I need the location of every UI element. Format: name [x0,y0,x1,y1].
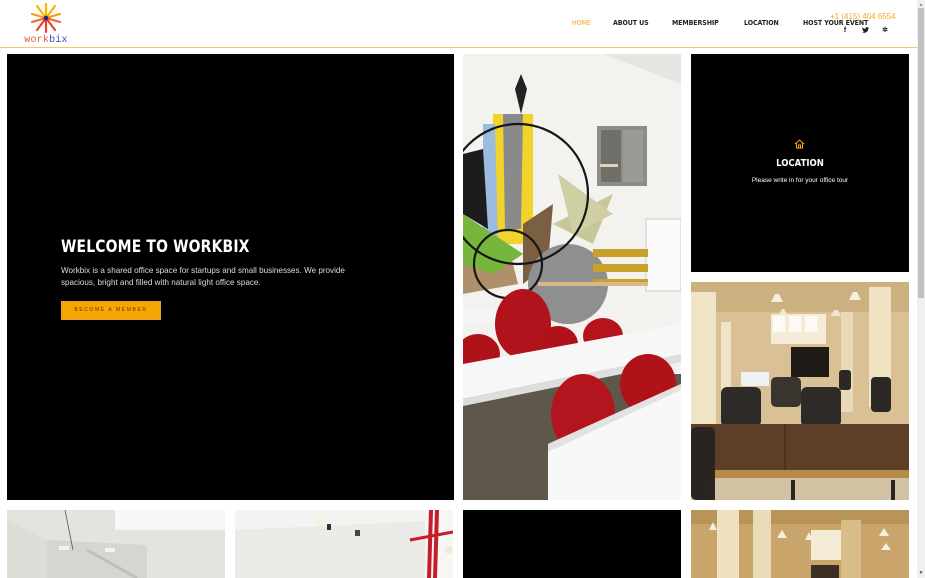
phone-number[interactable]: +1 (415) 404 6554 [830,12,910,21]
nav-item-location[interactable]: LOCATION [744,19,779,27]
open-office-image[interactable] [691,282,909,500]
home-icon [794,139,805,149]
nav-item-membership[interactable]: MEMBERSHIP [672,19,719,27]
office-columns-image[interactable] [691,510,909,578]
black-tile [463,510,681,578]
white-wall-red-pipe-illustration [235,510,453,578]
logo[interactable]: workbix [22,2,70,46]
mural-room-illustration [463,54,681,500]
open-office-illustration [691,282,909,500]
scroll-down-arrow-icon[interactable]: ▼ [918,570,924,576]
social-links: f ✲ [830,27,910,36]
logo-text: workbix [22,35,70,46]
logo-text-bix: bix [49,35,68,46]
white-stairwell-illustration [7,510,225,578]
twitter-icon[interactable] [861,27,869,36]
facebook-icon[interactable]: f [841,27,849,36]
yelp-icon[interactable]: ✲ [881,27,889,36]
nav-item-about-us[interactable]: ABOUT US [613,19,649,27]
office-columns-illustration [691,510,909,578]
page: workbix HOME ABOUT US MEMBERSHIP LOCATIO… [0,0,917,578]
logo-text-work: work [24,35,50,46]
location-title: LOCATION [776,158,824,169]
hero-description: Workbix is a shared office space for sta… [61,266,345,287]
vertical-scrollbar[interactable]: ▲ ▼ [917,0,925,578]
become-member-button[interactable]: BECOME A MEMBER [61,301,161,320]
mural-room-image[interactable] [463,54,681,500]
white-stairwell-image[interactable] [7,510,225,578]
scrollbar-thumb[interactable] [918,8,924,298]
contact-block: +1 (415) 404 6554 f ✲ [830,12,910,36]
white-wall-red-pipe-image[interactable] [235,510,453,578]
location-tile[interactable]: LOCATION Please write in for your office… [691,54,909,272]
nav-item-home[interactable]: HOME [572,19,591,27]
hero-tile: WELCOME TO WORKBIX Workbix is a shared o… [7,54,454,500]
site-header: workbix HOME ABOUT US MEMBERSHIP LOCATIO… [0,0,917,48]
location-text: Please write in for your office tour [751,177,849,184]
hero-title: WELCOME TO WORKBIX [61,237,250,257]
logo-star-icon [30,2,62,34]
